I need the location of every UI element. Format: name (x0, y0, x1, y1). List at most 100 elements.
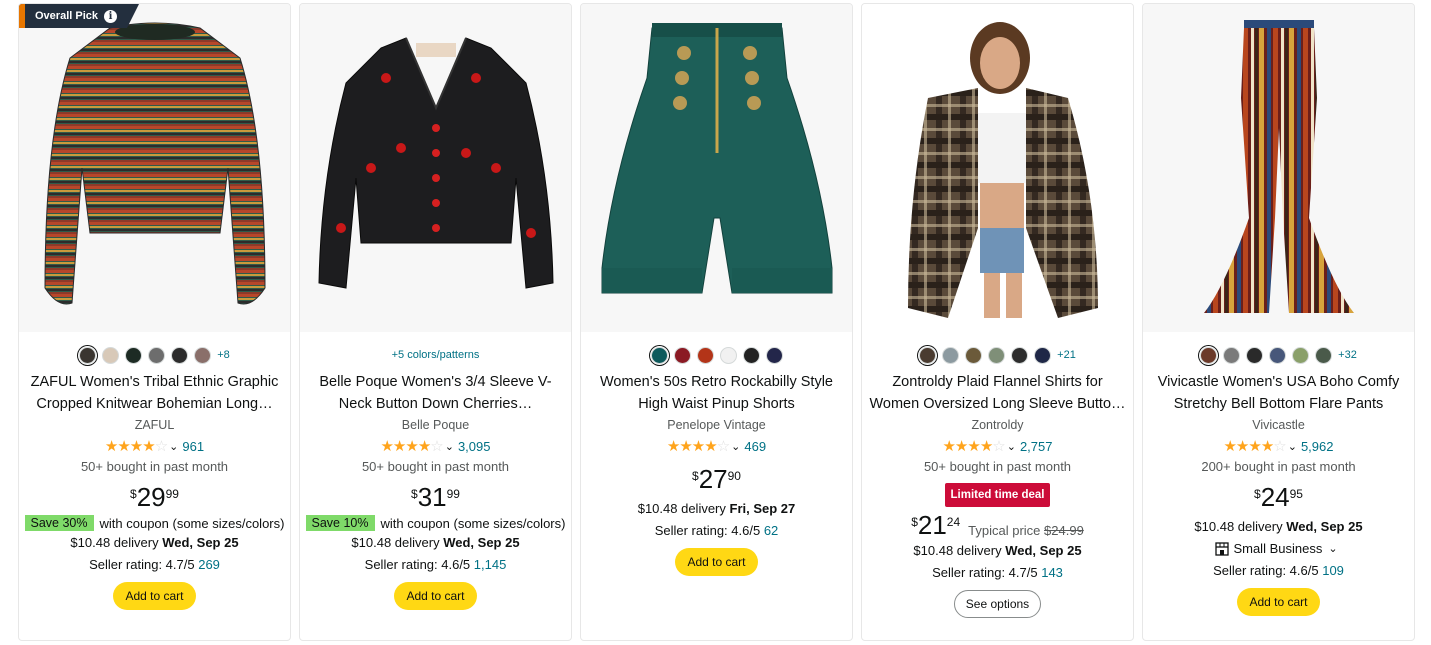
add-to-cart-button[interactable]: Add to cart (675, 548, 758, 576)
color-swatch[interactable] (1292, 346, 1310, 364)
product-card: Women's 50s Retro Rockabilly Style High … (580, 3, 853, 641)
color-swatch[interactable] (1269, 346, 1287, 364)
chevron-down-icon[interactable]: ⌄ (445, 440, 454, 453)
color-swatch[interactable] (696, 346, 714, 364)
coupon-row: Save 30% with coupon (some sizes/colors) (19, 515, 290, 531)
seller-rating: Seller rating: 4.7/5 269 (89, 557, 220, 572)
more-colors-link[interactable]: +21 (1057, 349, 1076, 361)
product-image[interactable] (1143, 4, 1414, 332)
product-card: +21 Zontroldy Plaid Flannel Shirts for W… (861, 3, 1134, 641)
color-swatch[interactable] (965, 346, 983, 364)
chevron-down-icon[interactable]: ⌄ (731, 440, 740, 453)
star-rating-icon[interactable]: ★★★★☆ (105, 437, 168, 455)
star-rating-icon[interactable]: ★★★★☆ (1223, 437, 1286, 455)
review-count-link[interactable]: 961 (182, 439, 204, 454)
color-swatch[interactable] (1315, 346, 1333, 364)
price-whole: 31 (417, 482, 447, 512)
product-title[interactable]: Zontroldy Plaid Flannel Shirts for Women… (862, 371, 1133, 415)
price[interactable]: $ 21 24 Typical price $24.99 (862, 511, 1133, 539)
color-swatch[interactable] (942, 346, 960, 364)
badge-label: Overall Pick (35, 10, 98, 22)
review-count-link[interactable]: 5,962 (1301, 439, 1334, 454)
colors-patterns-link[interactable]: +5 colors/patterns (300, 344, 571, 366)
star-rating-icon[interactable]: ★★★★☆ (942, 437, 1005, 455)
price[interactable]: $ 31 99 (300, 483, 571, 511)
review-count-link[interactable]: 469 (744, 439, 766, 454)
review-count-link[interactable]: 3,095 (458, 439, 491, 454)
star-rating-icon[interactable]: ★★★★☆ (380, 437, 443, 455)
color-swatch[interactable] (919, 346, 937, 364)
delivery-info: $10.48 delivery Fri, Sep 27 (637, 501, 796, 516)
cardigan-image (317, 37, 554, 289)
chevron-down-icon[interactable]: ⌄ (1288, 440, 1297, 453)
product-image[interactable]: Overall Pick i (19, 4, 290, 332)
color-swatch[interactable] (1246, 346, 1264, 364)
shorts-image (601, 23, 832, 294)
add-to-cart-button[interactable]: Add to cart (113, 582, 196, 610)
color-swatch[interactable] (1200, 346, 1218, 364)
chevron-down-icon[interactable]: ⌄ (1328, 538, 1337, 560)
price[interactable]: $ 29 99 (19, 483, 290, 511)
info-icon[interactable]: i (104, 9, 117, 23)
product-title[interactable]: Belle Poque Women's 3/4 Sleeve V-Neck Bu… (300, 371, 571, 415)
rating-row[interactable]: ★★★★☆ ⌄ 961 (19, 435, 290, 457)
color-swatch[interactable] (79, 346, 97, 364)
product-title[interactable]: Vivicastle Women's USA Boho Comfy Stretc… (1143, 371, 1414, 415)
color-swatch[interactable] (1223, 346, 1241, 364)
chevron-down-icon[interactable]: ⌄ (169, 440, 178, 453)
seller-count-link[interactable]: 1,145 (474, 557, 507, 572)
seller-count-link[interactable]: 143 (1041, 565, 1063, 580)
price-whole: 24 (1260, 482, 1290, 512)
price-fraction: 99 (165, 487, 179, 501)
overall-pick-badge: Overall Pick i (19, 4, 139, 28)
color-swatch[interactable] (1011, 346, 1029, 364)
add-to-cart-button[interactable]: Add to cart (394, 582, 477, 610)
product-image[interactable] (581, 4, 852, 332)
seller-count-link[interactable]: 269 (198, 557, 220, 572)
small-business-badge[interactable]: Small Business ⌄ (1143, 538, 1414, 560)
price[interactable]: $ 27 90 (581, 465, 852, 493)
color-swatch[interactable] (988, 346, 1006, 364)
see-options-button[interactable]: See options (953, 590, 1042, 618)
color-swatch[interactable] (194, 346, 212, 364)
product-title[interactable]: ZAFUL Women's Tribal Ethnic Graphic Crop… (19, 371, 290, 415)
chevron-down-icon[interactable]: ⌄ (1007, 440, 1016, 453)
more-colors-link[interactable]: +32 (1338, 349, 1357, 361)
color-swatch[interactable] (125, 346, 143, 364)
product-brand: ZAFUL (134, 418, 175, 432)
review-count-link[interactable]: 2,757 (1020, 439, 1053, 454)
color-swatch[interactable] (673, 346, 691, 364)
price-fraction: 95 (1289, 487, 1303, 501)
flare-pants-image (1203, 20, 1354, 313)
color-swatch[interactable] (719, 346, 737, 364)
color-swatch[interactable] (742, 346, 760, 364)
bought-text: 50+ bought in past month (923, 459, 1072, 474)
color-swatch[interactable] (148, 346, 166, 364)
coupon-badge: Save 30% (24, 515, 94, 531)
rating-row[interactable]: ★★★★☆ ⌄ 469 (581, 435, 852, 457)
product-title[interactable]: Women's 50s Retro Rockabilly Style High … (581, 371, 852, 415)
color-swatch[interactable] (171, 346, 189, 364)
rating-row[interactable]: ★★★★☆ ⌄ 2,757 (862, 435, 1133, 457)
seller-count-link[interactable]: 62 (764, 523, 778, 538)
product-image[interactable] (300, 4, 571, 332)
product-image[interactable] (862, 4, 1133, 332)
color-swatch[interactable] (1034, 346, 1052, 364)
color-swatch[interactable] (765, 346, 783, 364)
rating-row[interactable]: ★★★★☆ ⌄ 3,095 (300, 435, 571, 457)
limited-time-deal-badge: Limited time deal (944, 483, 1051, 507)
seller-count-link[interactable]: 109 (1322, 563, 1344, 578)
sweater-image (43, 22, 266, 305)
delivery-info: $10.48 delivery Wed, Sep 25 (351, 535, 520, 550)
product-brand: Penelope Vintage (667, 418, 766, 432)
star-rating-icon[interactable]: ★★★★☆ (667, 437, 730, 455)
coupon-row: Save 10% with coupon (some sizes/colors) (300, 515, 571, 531)
typical-price: Typical price $24.99 (968, 522, 1084, 538)
color-swatch[interactable] (650, 346, 668, 364)
more-colors-link[interactable]: +8 (217, 349, 230, 361)
color-swatch[interactable] (102, 346, 120, 364)
price[interactable]: $ 24 95 (1143, 483, 1414, 511)
add-to-cart-button[interactable]: Add to cart (1237, 588, 1320, 616)
rating-row[interactable]: ★★★★☆ ⌄ 5,962 (1143, 435, 1414, 457)
coupon-text: with coupon (some sizes/colors) (99, 515, 285, 531)
